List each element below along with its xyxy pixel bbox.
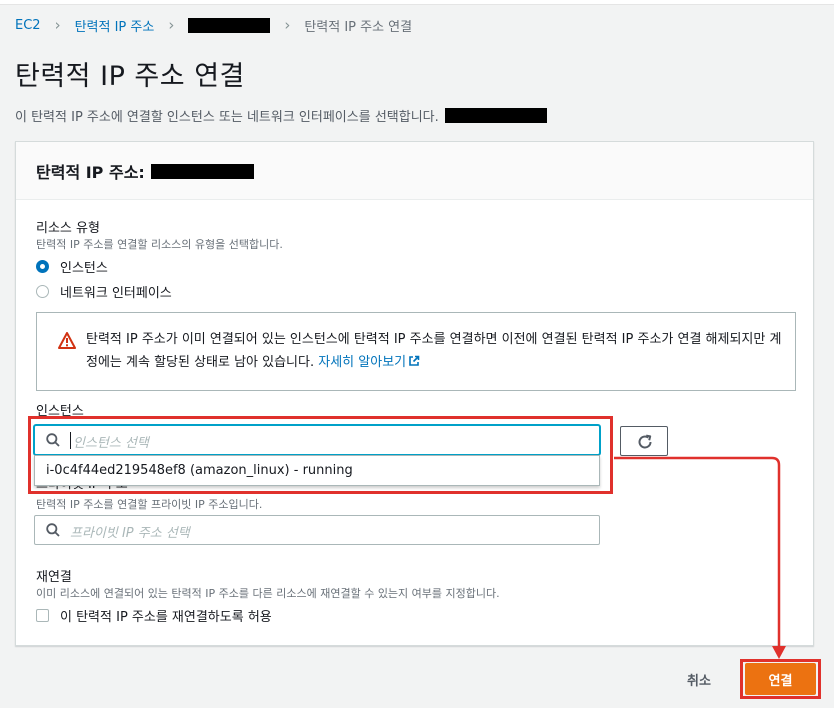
cancel-button[interactable]: 취소 [672,666,726,692]
annotation-arrow [614,456,786,659]
connect-button[interactable]: 연결 [745,663,816,695]
